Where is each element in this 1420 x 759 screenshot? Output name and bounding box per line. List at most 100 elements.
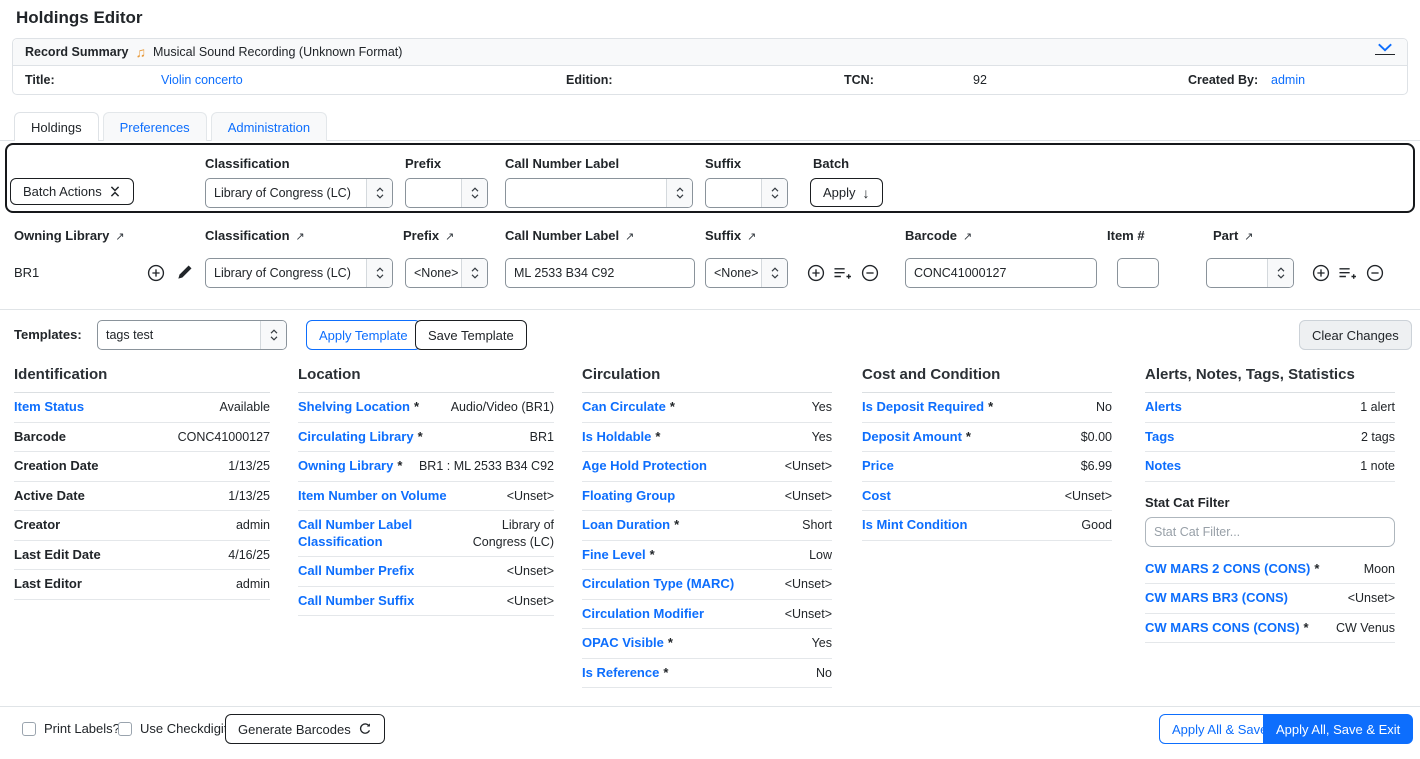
tab-administration[interactable]: Administration: [211, 112, 327, 141]
col-header-owning-library: Owning Library↗: [14, 228, 125, 243]
field-label-item-status[interactable]: Item Status: [14, 399, 88, 415]
record-summary-collapse-button[interactable]: [1375, 43, 1395, 55]
select-spinner-icon[interactable]: [666, 179, 692, 207]
select-spinner-icon[interactable]: [761, 259, 787, 287]
field-label-circulation-modifier[interactable]: Circulation Modifier: [582, 606, 708, 622]
field-row: Loan Duration*Short: [582, 511, 832, 541]
field-label-cw-mars-2-cons[interactable]: CW MARS 2 CONS (CONS)*: [1145, 561, 1319, 577]
batch-actions-button[interactable]: Batch Actions: [10, 178, 134, 205]
field-label-age-hold-protection[interactable]: Age Hold Protection: [582, 458, 711, 474]
batch-apply-arrow-icon[interactable]: ↗: [115, 231, 124, 243]
batch-apply-arrow-icon[interactable]: ↗: [296, 231, 305, 243]
field-label-tags[interactable]: Tags: [1145, 429, 1178, 445]
select-spinner-icon[interactable]: [1267, 259, 1293, 287]
add-call-number-button[interactable]: [147, 264, 165, 282]
batch-prefix-select[interactable]: [405, 178, 488, 208]
row-classification-select[interactable]: Library of Congress (LC): [205, 258, 393, 288]
row-item-number-input[interactable]: [1117, 258, 1159, 288]
field-label-call-number-prefix[interactable]: Call Number Prefix: [298, 563, 418, 579]
batch-classification-select[interactable]: Library of Congress (LC): [205, 178, 393, 208]
field-label-cost[interactable]: Cost: [862, 488, 895, 504]
add-item-button[interactable]: [807, 264, 825, 282]
clear-changes-button[interactable]: Clear Changes: [1299, 320, 1412, 350]
field-label-owning-library[interactable]: Owning Library*: [298, 458, 402, 474]
batch-apply-arrow-icon[interactable]: ↗: [1244, 231, 1253, 243]
stat-cat-filter-input[interactable]: [1145, 517, 1395, 547]
save-template-button[interactable]: Save Template: [415, 320, 527, 350]
apply-template-button[interactable]: Apply Template: [306, 320, 421, 350]
created-by-link[interactable]: admin: [1271, 73, 1305, 87]
panel-identification: Identification Item StatusAvailable Barc…: [14, 360, 270, 600]
field-label-cw-mars-br3-cons[interactable]: CW MARS BR3 (CONS): [1145, 590, 1292, 606]
batch-apply-arrow-icon[interactable]: ↗: [445, 231, 454, 243]
field-label-fine-level[interactable]: Fine Level*: [582, 547, 655, 563]
row-part-select[interactable]: [1206, 258, 1294, 288]
template-select[interactable]: tags test: [97, 320, 287, 350]
field-label-notes[interactable]: Notes: [1145, 458, 1185, 474]
field-label-item-number-on-volume[interactable]: Item Number on Volume: [298, 488, 451, 504]
field-label-circulation-type-marc[interactable]: Circulation Type (MARC): [582, 576, 738, 592]
field-label-circulating-library[interactable]: Circulating Library*: [298, 429, 423, 445]
field-label-deposit-amount[interactable]: Deposit Amount*: [862, 429, 971, 445]
record-summary-body: Title: Violin concerto Edition: TCN: 92 …: [13, 66, 1407, 95]
row-barcode-input[interactable]: [905, 258, 1097, 288]
field-label-is-reference[interactable]: Is Reference*: [582, 665, 668, 681]
field-label-loan-duration[interactable]: Loan Duration*: [582, 517, 679, 533]
page-title: Holdings Editor: [16, 8, 143, 28]
footer-divider: [0, 706, 1420, 707]
field-value: <Unset>: [1348, 590, 1395, 606]
select-spinner-icon[interactable]: [461, 259, 487, 287]
select-spinner-icon[interactable]: [260, 321, 286, 349]
field-value: 4/16/25: [228, 547, 270, 563]
tab-preferences[interactable]: Preferences: [103, 112, 207, 141]
stat-cat-filter-label: Stat Cat Filter: [1145, 495, 1395, 510]
print-labels-checkbox[interactable]: [22, 722, 36, 736]
field-label-opac-visible[interactable]: OPAC Visible*: [582, 635, 673, 651]
field-label-alerts[interactable]: Alerts: [1145, 399, 1186, 415]
remove-part-button[interactable]: [1366, 264, 1384, 282]
edit-call-number-button[interactable]: [176, 264, 193, 281]
apply-all-save-exit-button[interactable]: Apply All, Save & Exit: [1263, 714, 1413, 744]
field-row: Fine Level*Low: [582, 541, 832, 571]
batch-apply-button[interactable]: Apply ↓: [810, 178, 883, 207]
field-value: <Unset>: [785, 488, 832, 504]
print-labels-checkbox-item: Print Labels?: [22, 721, 120, 736]
generate-barcodes-button[interactable]: Generate Barcodes: [225, 714, 385, 744]
field-label-is-holdable[interactable]: Is Holdable*: [582, 429, 660, 445]
select-spinner-icon[interactable]: [366, 179, 392, 207]
field-label-price[interactable]: Price: [862, 458, 898, 474]
field-label-call-number-label-classification[interactable]: Call Number Label Classification: [298, 517, 444, 550]
field-label-is-deposit-required[interactable]: Is Deposit Required*: [862, 399, 993, 415]
tab-holdings[interactable]: Holdings: [14, 112, 99, 141]
remove-item-button[interactable]: [861, 264, 879, 282]
select-spinner-icon[interactable]: [366, 259, 392, 287]
use-checkdigit-checkbox[interactable]: [118, 722, 132, 736]
field-row: Call Number Suffix<Unset>: [298, 587, 554, 617]
select-spinner-icon[interactable]: [761, 179, 787, 207]
field-label-call-number-suffix[interactable]: Call Number Suffix: [298, 593, 418, 609]
batch-apply-arrow-icon[interactable]: ↗: [625, 231, 634, 243]
field-label-is-mint-condition[interactable]: Is Mint Condition: [862, 517, 971, 533]
col-header-call-number-label: Call Number Label↗: [505, 228, 634, 243]
field-label-cw-mars-cons[interactable]: CW MARS CONS (CONS)*: [1145, 620, 1309, 636]
add-part-button[interactable]: [1312, 264, 1330, 282]
panel-title: Circulation: [582, 360, 832, 393]
batch-call-number-label-header: Call Number Label: [505, 156, 619, 171]
row-suffix-select[interactable]: <None>: [705, 258, 788, 288]
select-spinner-icon[interactable]: [461, 179, 487, 207]
row-call-number-label-input[interactable]: [505, 258, 695, 288]
title-link[interactable]: Violin concerto: [161, 73, 243, 87]
field-label-floating-group[interactable]: Floating Group: [582, 488, 679, 504]
batch-suffix-select[interactable]: [705, 178, 788, 208]
batch-apply-arrow-icon[interactable]: ↗: [747, 231, 756, 243]
use-checkdigit-label: Use Checkdigit: [140, 721, 227, 736]
add-many-parts-button[interactable]: [1338, 266, 1357, 281]
batch-apply-arrow-icon[interactable]: ↗: [963, 231, 972, 243]
field-label-shelving-location[interactable]: Shelving Location*: [298, 399, 419, 415]
batch-call-number-label-input[interactable]: [505, 178, 693, 208]
row-prefix-select[interactable]: <None>: [405, 258, 488, 288]
add-many-items-button[interactable]: [833, 266, 852, 281]
tcn-value: 92: [973, 73, 987, 87]
field-row: Call Number Label ClassificationLibrary …: [298, 511, 554, 557]
field-label-can-circulate[interactable]: Can Circulate*: [582, 399, 675, 415]
